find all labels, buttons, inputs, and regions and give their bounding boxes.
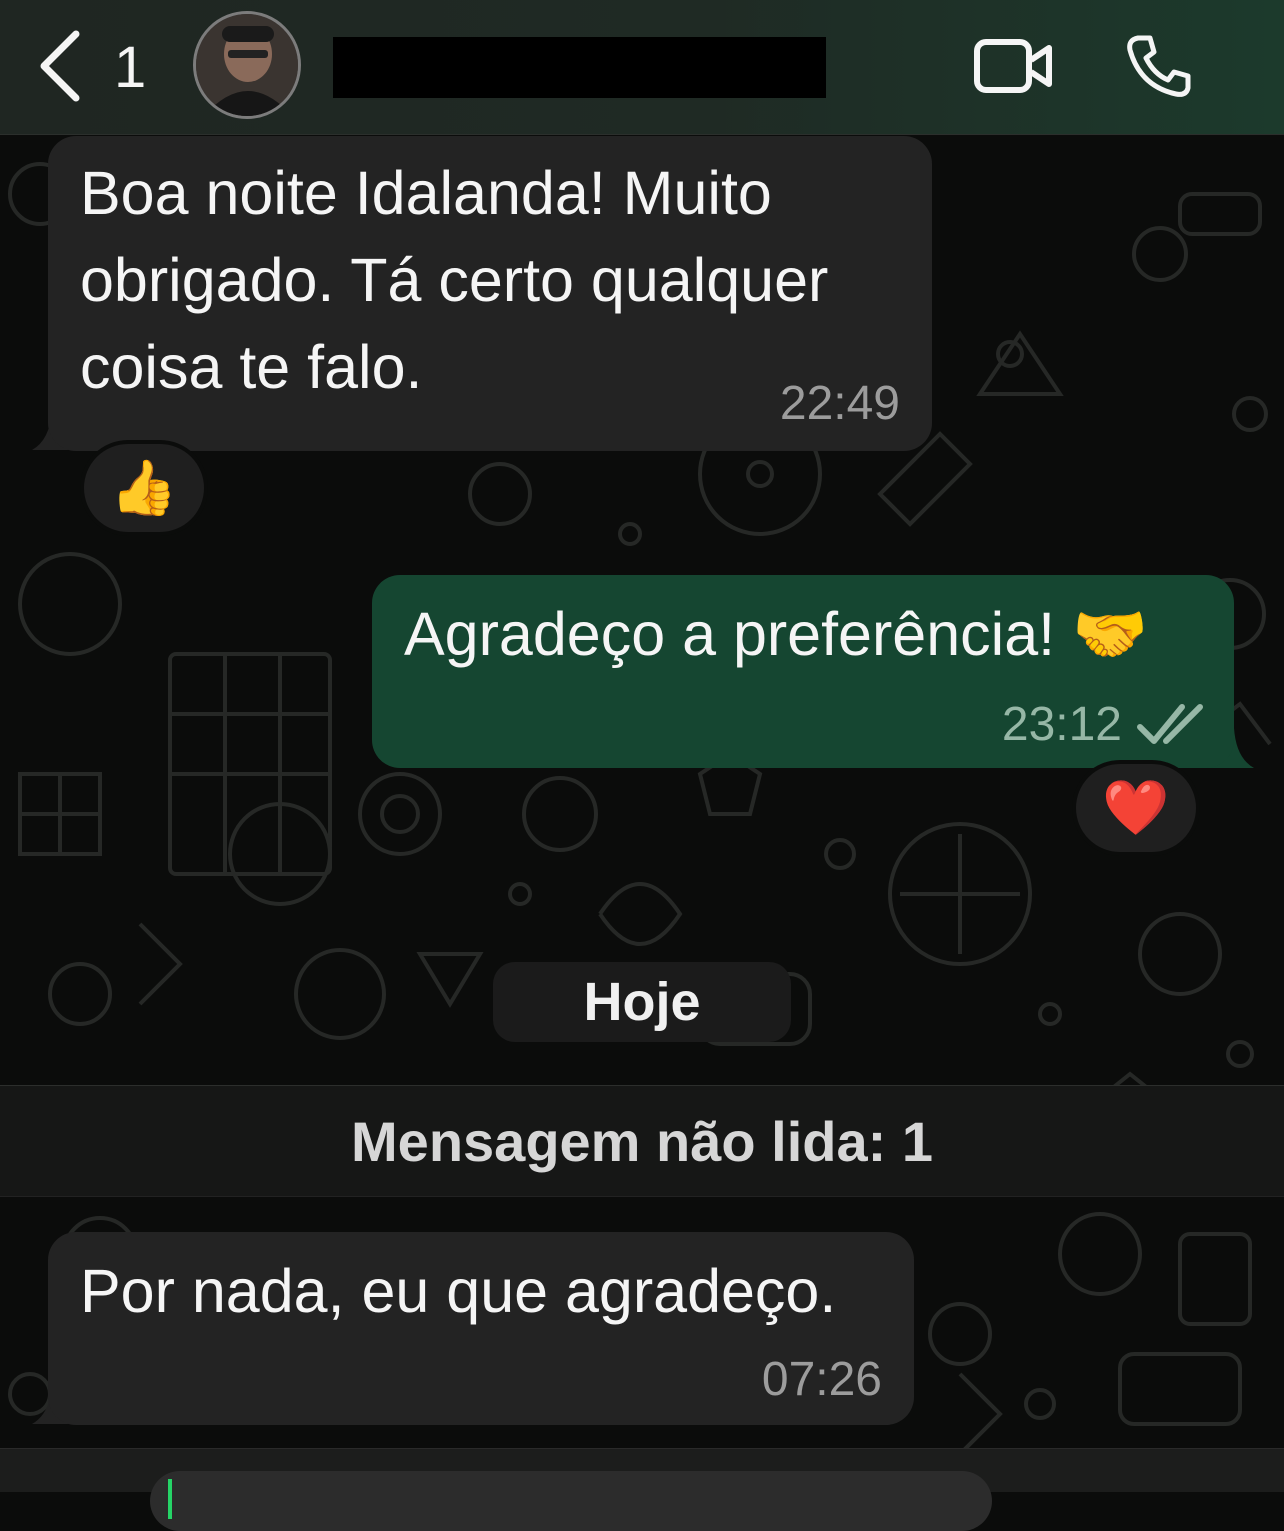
message-text: Boa noite Idalanda! Muito obrigado. Tá c… <box>80 159 829 401</box>
text-caret <box>168 1479 172 1519</box>
voice-call-button[interactable] <box>1124 32 1192 100</box>
contact-name-redacted[interactable] <box>333 37 826 98</box>
unread-messages-banner: Mensagem não lida: 1 <box>0 1085 1284 1197</box>
message-text: Agradeço a preferência! 🤝 <box>404 600 1148 668</box>
date-separator: Hoje <box>493 962 791 1042</box>
phone-call-icon <box>1127 35 1191 97</box>
message-time: 22:49 <box>779 377 900 430</box>
message-bubble-incoming[interactable]: Boa noite Idalanda! Muito obrigado. Tá c… <box>48 136 932 451</box>
message-time: 23:12 <box>1001 698 1122 751</box>
message-time: 07:26 <box>761 1353 882 1406</box>
back-chevron-icon <box>40 30 80 102</box>
message-input[interactable] <box>150 1471 992 1531</box>
message-bubble-incoming[interactable]: Por nada, eu que agradeço. 07:26 <box>48 1232 914 1425</box>
heart-emoji: ❤️ <box>1102 777 1170 838</box>
reaction-thumbs-up[interactable]: 👍 <box>80 440 208 536</box>
video-call-icon <box>974 39 1052 93</box>
message-text: Por nada, eu que agradeço. <box>80 1257 837 1325</box>
video-call-button[interactable] <box>973 38 1055 94</box>
contact-avatar[interactable] <box>193 11 301 119</box>
thumbs-up-emoji: 👍 <box>110 457 178 518</box>
unread-count: 1 <box>114 35 147 100</box>
back-button[interactable]: 1 <box>36 30 166 102</box>
reaction-heart[interactable]: ❤️ <box>1072 760 1200 856</box>
chat-header: 1 <box>0 0 1284 135</box>
message-bubble-outgoing[interactable]: Agradeço a preferência! 🤝 23:12 <box>372 575 1234 768</box>
compose-bar <box>0 1448 1284 1531</box>
double-check-icon <box>1137 704 1203 744</box>
